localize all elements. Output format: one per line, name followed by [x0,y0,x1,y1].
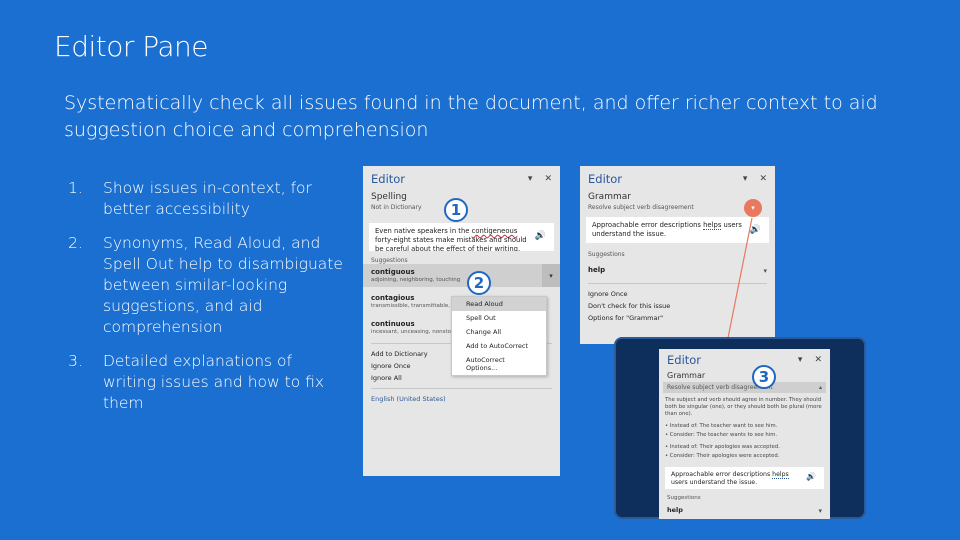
error-word: contigeneous [471,227,518,235]
suggestions-label: Suggestions [371,257,408,264]
chevron-down-icon[interactable]: ▾ [818,507,822,515]
menu-item-read-aloud[interactable]: Read Aloud [452,297,546,311]
example-line: • Consider: Their apologies were accepte… [665,453,780,459]
chevron-down-icon[interactable]: ▾ [763,267,767,275]
list-number: 1. [68,179,83,197]
feature-list: 1. Show issues in-context, for better ac… [68,178,348,427]
context-text: forty-eight states make mistakes and sho… [375,236,527,251]
speaker-icon[interactable]: 🔊 [750,226,761,235]
context-text: Approachable error descriptions [592,221,704,229]
context-text: Approachable error descriptions [671,471,773,478]
menu-item-add-to-autocorrect[interactable]: Add to AutoCorrect [452,339,546,353]
suggestion-word: help [667,506,683,514]
grammar-options-link[interactable]: Options for "Grammar" [580,312,775,324]
dont-check-link[interactable]: Don't check for this issue [580,300,775,312]
suggestion-item[interactable]: contiguous adjoining, neighboring, touch… [363,264,560,287]
pane-title: Editor [371,172,406,186]
step-badge-3: 3 [752,365,776,389]
chevron-down-icon[interactable]: ▾ [542,264,560,287]
example-line: • Instead of: The teacher want to see hi… [665,423,778,429]
suggestion-synonyms: adjoining, neighboring, touching [371,277,461,283]
suggestion-word: contiguous [371,268,415,276]
suggestion-word: help [588,266,606,274]
section-title: Grammar [588,192,631,202]
list-item: 3. Detailed explanations of writing issu… [68,351,348,414]
example-line: • Consider: The teacher wants to see him… [665,432,778,438]
pane-title: Editor [667,353,702,367]
error-word: helps [703,221,722,230]
language-link[interactable]: English (United States) [363,393,560,405]
close-icon[interactable]: ✕ [759,174,767,184]
list-item: 2. Synonyms, Read Aloud, and Spell Out h… [68,233,348,338]
slide-title: Editor Pane [54,30,209,63]
pane-header: Editor ▾ ✕ [580,166,775,192]
divider [371,388,552,389]
pane-header: Editor ▾ ✕ [363,166,560,192]
list-text: Show issues in-context, for better acces… [103,179,312,218]
context-box: Approachable error descriptions helps us… [586,217,769,243]
explanation-text: The subject and verb should agree in num… [665,397,822,417]
expand-marker-icon[interactable]: ▾ [744,199,762,217]
section-title: Grammar [667,371,706,380]
step-badge-1: 1 [444,198,468,222]
menu-item-autocorrect-options[interactable]: AutoCorrect Options... [452,353,546,375]
chevron-down-icon[interactable]: ▾ [798,355,803,365]
suggestion-item[interactable]: help ▾ [580,262,775,279]
chevron-down-icon[interactable]: ▾ [743,174,748,184]
chevron-up-icon[interactable]: ▴ [819,384,822,391]
context-text: Even native speakers in the [375,227,472,235]
list-number: 3. [68,352,83,370]
list-text: Synonyms, Read Aloud, and Spell Out help… [103,234,343,336]
chevron-down-icon[interactable]: ▾ [528,174,533,184]
step-badge-2: 2 [467,271,491,295]
zoom-callout: Editor ▾ ✕ Grammar Resolve subject verb … [614,337,866,519]
context-menu: Read Aloud Spell Out Change All Add to A… [451,296,547,376]
context-text: users understand the issue. [671,479,758,486]
speaker-icon[interactable]: 🔊 [806,473,816,481]
example-line: • Instead of: Their apologies was accept… [665,444,780,450]
menu-item-change-all[interactable]: Change All [452,325,546,339]
section-subtitle: Resolve subject verb disagreement ▴ [663,382,826,393]
close-icon[interactable]: ✕ [814,355,822,365]
suggestions-label: Suggestions [588,251,625,258]
close-icon[interactable]: ✕ [544,174,552,184]
speaker-icon[interactable]: 🔊 [535,232,546,241]
list-number: 2. [68,234,83,252]
pane-header: Editor ▾ ✕ [659,349,830,371]
divider [588,283,767,284]
slide-subtitle: Systematically check all issues found in… [64,92,878,141]
list-text: Detailed explanations of writing issues … [103,352,325,412]
context-box: Even native speakers in the contigeneous… [369,223,554,251]
ignore-once-link[interactable]: Ignore Once [580,288,775,300]
error-word: helps [772,471,789,479]
menu-item-spell-out[interactable]: Spell Out [452,311,546,325]
context-box: Approachable error descriptions helps us… [665,467,824,489]
list-item: 1. Show issues in-context, for better ac… [68,178,348,220]
grammar-editor-pane: Editor ▾ ✕ Grammar Resolve subject verb … [580,166,775,344]
pane-title: Editor [588,172,623,186]
zoomed-editor-pane: Editor ▾ ✕ Grammar Resolve subject verb … [659,349,830,519]
suggestion-item[interactable]: help ▾ [659,501,830,519]
